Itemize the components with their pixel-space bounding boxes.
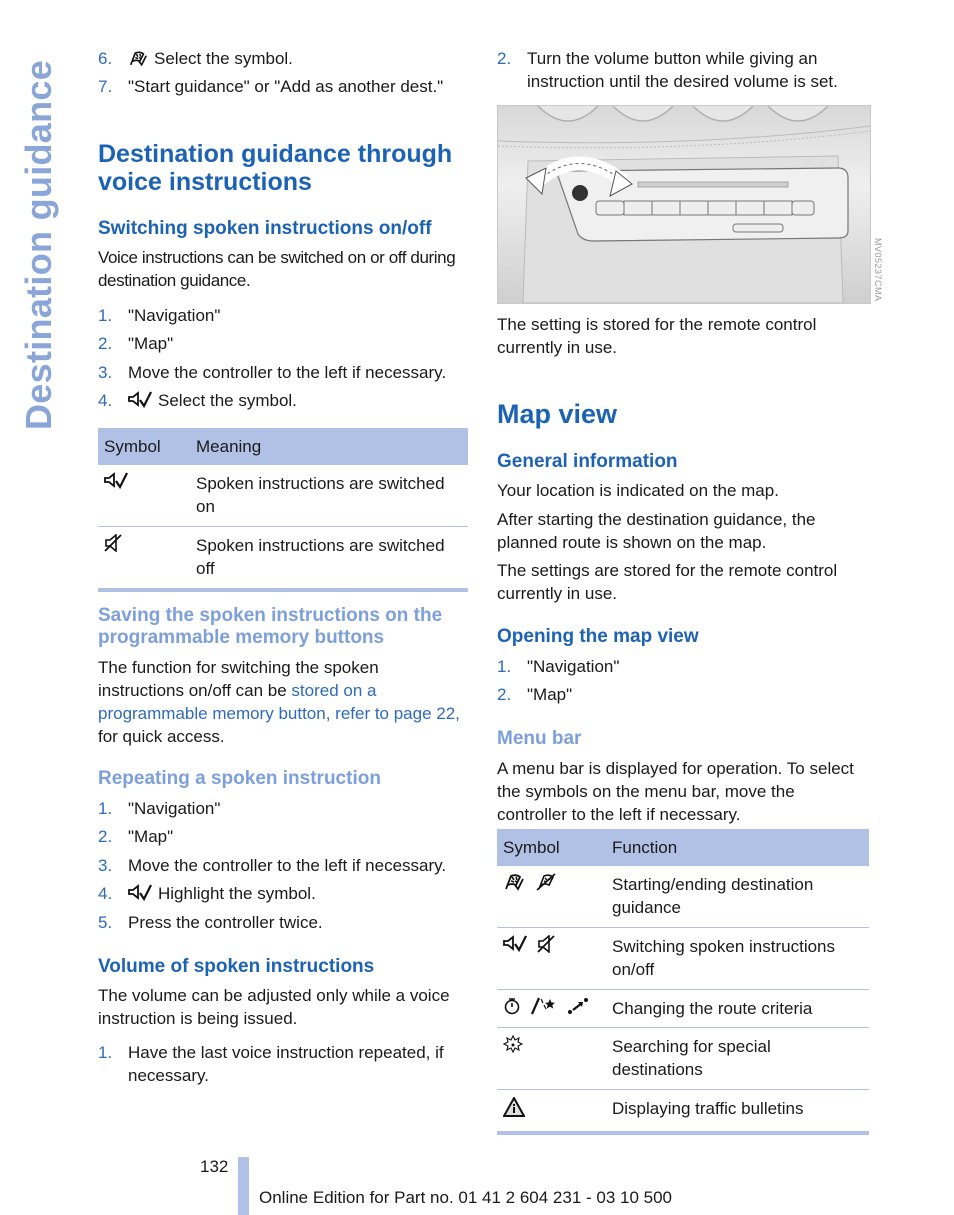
meaning-cell: Spoken instructions are switched off [190, 526, 468, 592]
step-text: Have the last voice instruction repeated… [128, 1043, 444, 1085]
symbol-meaning-table: Symbol Meaning Spoken instructions are s… [98, 428, 468, 592]
step-number: 6. [98, 49, 113, 68]
step-number: 2. [497, 49, 512, 68]
subsection-title: Switching spoken instructions on/off [98, 218, 432, 239]
table-row: Spoken instructions are switched on [98, 465, 468, 527]
subsection-title: Volume of spoken instructions [98, 956, 375, 977]
destination-flag-icon [128, 50, 148, 67]
paragraph: The volume can be adjusted only while a … [98, 986, 450, 1028]
speaker-on-icon [503, 935, 527, 953]
dashboard-volume-knob-photo [497, 105, 871, 304]
section-title: Destination guidance through voice instr… [98, 140, 453, 196]
column-header: Meaning [190, 428, 468, 465]
paragraph: Voice instructions can be switched on or… [98, 248, 456, 290]
side-chapter-title: Destination guidance [18, 59, 59, 430]
traffic-warning-icon [503, 1097, 525, 1117]
table-row: Searching for special destinations [497, 1027, 869, 1090]
step-number: 3. [98, 856, 113, 875]
image-code: MV05237CMA [873, 238, 883, 302]
step-number: 1. [497, 657, 512, 676]
paragraph: After starting the destination guidance,… [497, 510, 816, 552]
step-number: 1. [98, 1043, 113, 1062]
stopwatch-icon [503, 997, 521, 1015]
dashboard-illustration [498, 106, 870, 303]
speaker-on-icon [104, 472, 128, 490]
step-text: "Map" [128, 827, 174, 846]
step-number: 2. [98, 827, 113, 846]
speaker-on-icon [128, 391, 152, 409]
paragraph: The setting is stored for the remote con… [497, 315, 817, 357]
table-row: Displaying traffic bulletins [497, 1089, 869, 1135]
step-number: 4. [98, 884, 113, 903]
end-guidance-icon [535, 873, 557, 891]
special-destination-icon [503, 1035, 523, 1055]
step-text: Move the controller to the left if neces… [128, 363, 447, 382]
paragraph: The settings are stored for the remote c… [497, 561, 838, 603]
function-cell: Displaying traffic bulletins [606, 1089, 869, 1135]
step-text: Select the symbol. [154, 49, 293, 68]
step-number: 4. [98, 391, 113, 410]
road-star-icon [531, 997, 557, 1015]
step-text: Turn the volume button while giving an i… [527, 49, 838, 91]
table-row: Starting/ending destination guidance [497, 866, 869, 928]
column-header: Symbol [98, 428, 190, 465]
step-text: "Start guidance" or "Add as another dest… [128, 77, 444, 96]
table-row: Changing the route criteria [497, 989, 869, 1028]
route-arrow-icon [567, 997, 589, 1015]
table-row: Spoken instructions are switched off [98, 526, 468, 592]
paragraph: The function for switching the spoken in… [98, 656, 468, 748]
step-text: Highlight the symbol. [158, 884, 316, 903]
column-header: Symbol [497, 829, 606, 866]
paragraph: Your location is indicated on the map. [497, 481, 779, 500]
step-text: "Map" [128, 334, 174, 353]
step-text: Move the controller to the left if neces… [128, 856, 447, 875]
edition-text: Online Edition for Part no. 01 41 2 604 … [259, 1188, 673, 1207]
speaker-off-icon [104, 534, 124, 552]
speaker-off-icon [537, 935, 557, 953]
meaning-cell: Spoken instructions are switched on [190, 465, 468, 527]
page-number: 132 [200, 1157, 229, 1176]
step-text: "Map" [527, 685, 573, 704]
step-text: "Navigation" [128, 799, 221, 818]
step-text: Select the symbol. [158, 391, 297, 410]
menu-bar-function-table: Symbol Function Starting/ending destinat… [497, 829, 869, 1135]
paragraph: A menu bar is displayed for operation. T… [497, 759, 854, 824]
column-header: Function [606, 829, 869, 866]
subsection-title: Opening the map view [497, 626, 699, 647]
function-cell: Starting/ending destination guidance [606, 866, 869, 928]
subsection-title: Menu bar [497, 728, 582, 749]
step-text: "Navigation" [527, 657, 620, 676]
step-number: 7. [98, 77, 113, 96]
speaker-on-icon [128, 884, 152, 902]
footer-accent-bar [238, 1157, 249, 1215]
function-cell: Changing the route criteria [606, 989, 869, 1028]
step-number: 2. [497, 685, 512, 704]
step-text: "Navigation" [128, 306, 221, 325]
subsection-title: Saving the spoken instructions on the pr… [98, 605, 443, 648]
function-cell: Switching spoken instructions on/off [606, 927, 869, 990]
subsection-title: Repeating a spoken instruction [98, 768, 381, 789]
table-row: Switching spoken instructions on/off [497, 927, 869, 990]
step-text: Press the controller twice. [128, 913, 323, 932]
section-title: Map view [497, 399, 618, 429]
function-cell: Searching for special destinations [606, 1027, 869, 1090]
step-number: 5. [98, 913, 113, 932]
paragraph-text: for quick access. [98, 727, 225, 746]
step-number: 1. [98, 799, 113, 818]
step-number: 3. [98, 363, 113, 382]
step-number: 2. [98, 334, 113, 353]
start-guidance-icon [503, 873, 525, 891]
subsection-title: General information [497, 451, 678, 472]
step-number: 1. [98, 306, 113, 325]
